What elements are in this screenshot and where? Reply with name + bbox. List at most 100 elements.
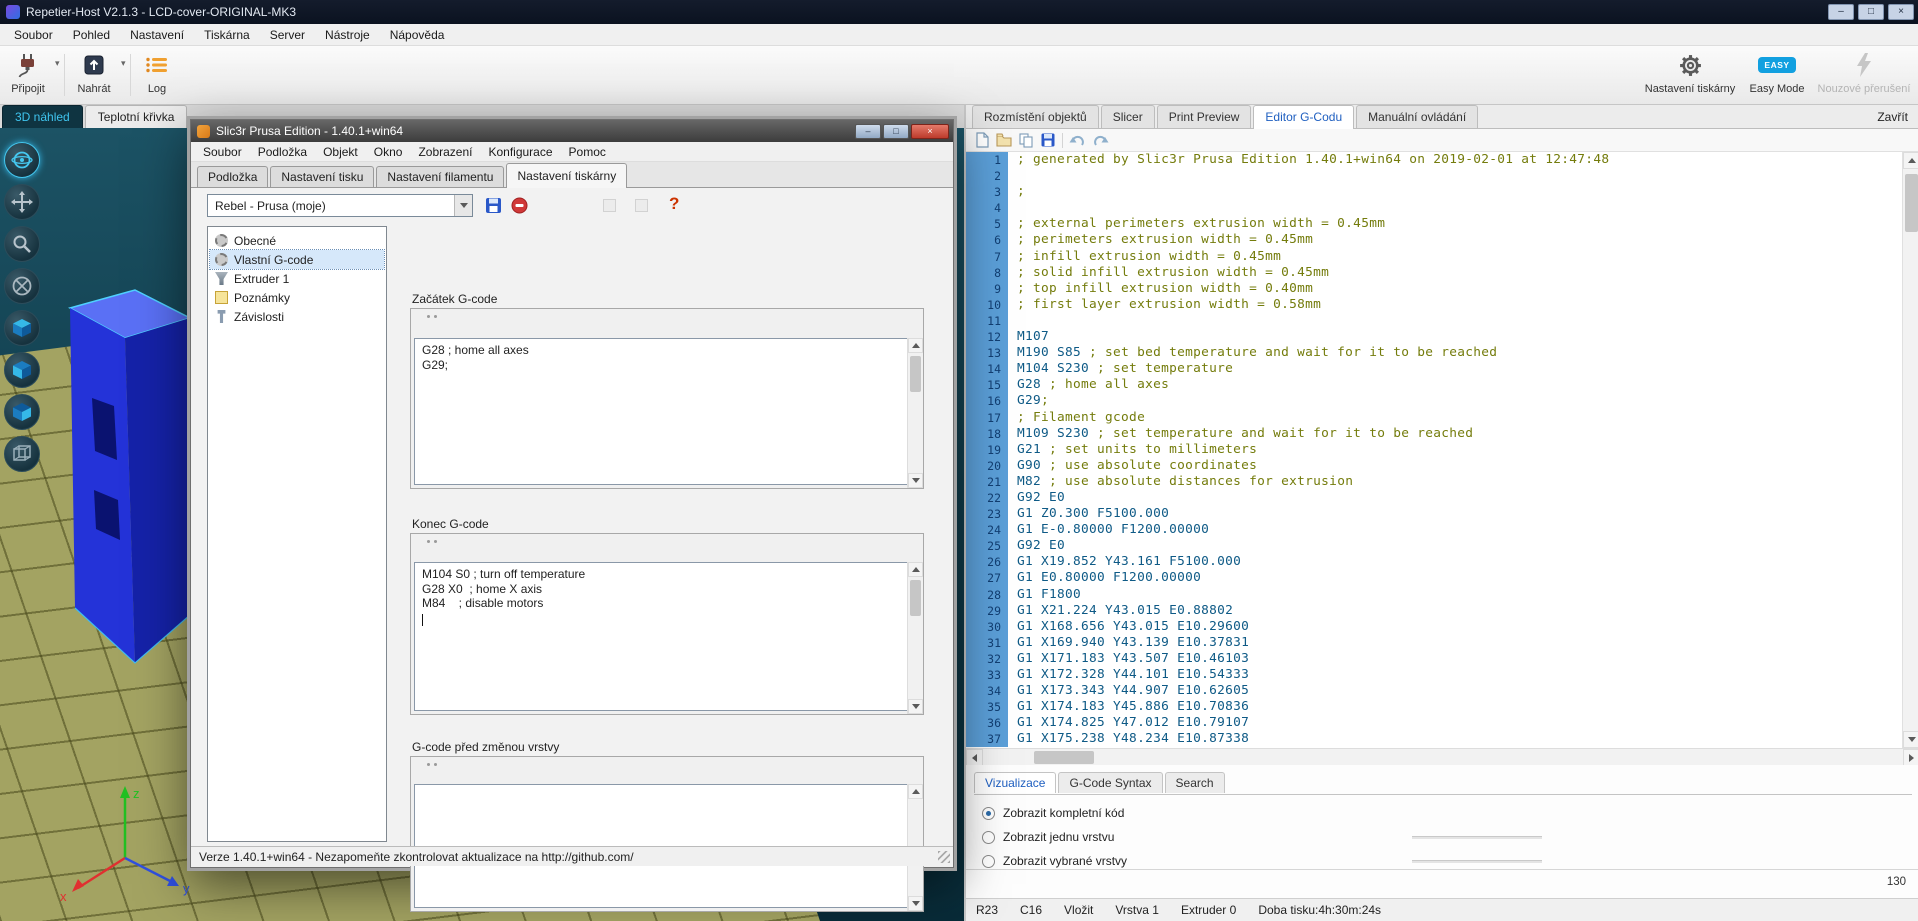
- gcode-line[interactable]: 36G1 X174.825 Y47.012 E10.79107: [966, 715, 1901, 731]
- tree-item-extruder-1[interactable]: Extruder 1: [210, 269, 384, 288]
- front-view-cube-button[interactable]: [4, 352, 40, 388]
- hscroll-thumb[interactable]: [1034, 751, 1094, 764]
- undo-icon[interactable]: [1069, 132, 1086, 148]
- section-view-button[interactable]: [4, 268, 40, 304]
- emergency-stop-button[interactable]: Nouzové přerušení: [1814, 50, 1914, 95]
- gcode-line[interactable]: 22G92 E0: [966, 490, 1901, 506]
- connect-dropdown-arrow[interactable]: ▾: [55, 58, 60, 69]
- radio-button[interactable]: [982, 807, 995, 820]
- gcode-line[interactable]: 5; external perimeters extrusion width =…: [966, 216, 1901, 232]
- tree-item-z-vislosti[interactable]: Závislosti: [210, 307, 384, 326]
- gcode-line[interactable]: 37G1 X175.238 Y48.234 E10.87338: [966, 731, 1901, 747]
- splitter-grip[interactable]: [427, 763, 437, 766]
- tab-search[interactable]: Search: [1165, 772, 1225, 793]
- upload-button[interactable]: Nahrát: [68, 50, 120, 95]
- gcode-line[interactable]: 25G92 E0: [966, 538, 1901, 554]
- tree-item-pozn-mky[interactable]: Poznámky: [210, 288, 384, 307]
- combo-dropdown-arrow[interactable]: [454, 195, 472, 216]
- gcode-vertical-scrollbar[interactable]: [1902, 152, 1918, 748]
- textarea-scrollbar[interactable]: [907, 562, 923, 714]
- tree-item-vlastn-g-code[interactable]: Vlastní G-code: [210, 250, 384, 269]
- print-object[interactable]: [40, 278, 215, 678]
- gcode-horizontal-scrollbar[interactable]: [966, 748, 1918, 765]
- menu-item-n-stroje[interactable]: Nástroje: [315, 25, 380, 45]
- tab-nastaven-tisk-rny[interactable]: Nastavení tiskárny: [506, 163, 627, 188]
- close-button[interactable]: ×: [1888, 4, 1914, 20]
- gcode-line[interactable]: 11: [966, 313, 1901, 329]
- menu-item-soubor[interactable]: Soubor: [4, 25, 63, 45]
- gcode-line[interactable]: 34G1 X173.343 Y44.907 E10.62605: [966, 683, 1901, 699]
- printer-settings-button[interactable]: Nastavení tiskárny: [1640, 50, 1740, 95]
- end-gcode-textarea[interactable]: M104 S0 ; turn off temperature G28 X0 ; …: [414, 562, 920, 711]
- splitter-grip[interactable]: [427, 315, 437, 318]
- slicer-titlebar[interactable]: Slic3r Prusa Edition - 1.40.1+win64 – □ …: [191, 120, 953, 142]
- gcode-line[interactable]: 30G1 X168.656 Y43.015 E10.29600: [966, 619, 1901, 635]
- gcode-line[interactable]: 24G1 E-0.80000 F1200.00000: [966, 522, 1901, 538]
- delete-preset-icon[interactable]: [511, 197, 528, 214]
- slicer-close-button[interactable]: ×: [911, 124, 949, 139]
- easy-mode-button[interactable]: EASY Easy Mode: [1742, 50, 1812, 95]
- new-file-icon[interactable]: [974, 132, 990, 148]
- save-icon[interactable]: [1040, 132, 1056, 148]
- copy-icon[interactable]: [1018, 132, 1034, 148]
- gcode-line[interactable]: 17; Filament gcode: [966, 410, 1901, 426]
- close-panel-link[interactable]: Zavřít: [1877, 110, 1908, 124]
- gcode-line[interactable]: 27G1 E0.80000 F1200.00000: [966, 570, 1901, 586]
- gcode-line[interactable]: 2: [966, 168, 1901, 184]
- resize-grip[interactable]: [938, 851, 950, 863]
- slicer-minimize-button[interactable]: –: [855, 124, 881, 139]
- menu-item-zobrazen[interactable]: Zobrazení: [410, 143, 480, 161]
- tab-slicer[interactable]: Slicer: [1101, 105, 1155, 128]
- gcode-line[interactable]: 19G21 ; set units to millimeters: [966, 442, 1901, 458]
- gcode-line[interactable]: 26G1 X19.852 Y43.161 F5100.000: [966, 554, 1901, 570]
- zoom-button[interactable]: [4, 226, 40, 262]
- maximize-button[interactable]: □: [1858, 4, 1884, 20]
- menu-item-objekt[interactable]: Objekt: [315, 143, 366, 161]
- rotate-view-button[interactable]: [4, 142, 40, 178]
- layer-slider[interactable]: [1412, 836, 1542, 839]
- minimize-button[interactable]: –: [1828, 4, 1854, 20]
- tab-teplotn-k-ivka[interactable]: Teplotní křivka: [85, 105, 188, 128]
- tab-3d-n-hled[interactable]: 3D náhled: [2, 105, 83, 128]
- menu-item-n-pov-da[interactable]: Nápověda: [380, 25, 455, 45]
- menu-item-server[interactable]: Server: [260, 25, 315, 45]
- tab-nastaven-tisku[interactable]: Nastavení tisku: [270, 166, 374, 187]
- gcode-line[interactable]: 28G1 F1800: [966, 587, 1901, 603]
- gcode-line[interactable]: 15G28 ; home all axes: [966, 377, 1901, 393]
- gcode-line[interactable]: 21M82 ; use absolute distances for extru…: [966, 474, 1901, 490]
- gcode-line[interactable]: 32G1 X171.183 Y43.507 E10.46103: [966, 651, 1901, 667]
- gcode-line[interactable]: 33G1 X172.328 Y44.101 E10.54333: [966, 667, 1901, 683]
- menu-item-pohled[interactable]: Pohled: [63, 25, 120, 45]
- gcode-line[interactable]: 31G1 X169.940 Y43.139 E10.37831: [966, 635, 1901, 651]
- menu-item-soubor[interactable]: Soubor: [195, 143, 250, 161]
- scroll-left-button[interactable]: [966, 749, 983, 766]
- gcode-line[interactable]: 35G1 X174.183 Y45.886 E10.70836: [966, 699, 1901, 715]
- redo-icon[interactable]: [1092, 132, 1109, 148]
- gcode-line[interactable]: 29G1 X21.224 Y43.015 E0.88802: [966, 603, 1901, 619]
- tab-vizualizace[interactable]: Vizualizace: [974, 772, 1056, 793]
- gcode-line[interactable]: 7; infill extrusion width = 0.45mm: [966, 249, 1901, 265]
- menu-item-tisk-rna[interactable]: Tiskárna: [194, 25, 260, 45]
- menu-item-konfigurace[interactable]: Konfigurace: [480, 143, 560, 161]
- menu-item-okno[interactable]: Okno: [366, 143, 411, 161]
- layer-slider[interactable]: [1412, 860, 1542, 863]
- save-preset-icon[interactable]: [485, 197, 502, 214]
- radio-option-zobrazit-kompletn-k-d[interactable]: Zobrazit kompletní kód: [982, 801, 1602, 825]
- gcode-line[interactable]: 18M109 S230 ; set temperature and wait f…: [966, 426, 1901, 442]
- tab-print-preview[interactable]: Print Preview: [1157, 105, 1252, 128]
- gcode-line[interactable]: 13M190 S85 ; set bed temperature and wai…: [966, 345, 1901, 361]
- log-button[interactable]: Log: [134, 50, 180, 95]
- radio-option-zobrazit-jednu-vrstvu[interactable]: Zobrazit jednu vrstvu: [982, 825, 1602, 849]
- gcode-line[interactable]: 9; top infill extrusion width = 0.40mm: [966, 281, 1901, 297]
- tab-manu-ln-ovl-d-n[interactable]: Manuální ovládání: [1356, 105, 1478, 128]
- gcode-editor-lines[interactable]: 1; generated by Slic3r Prusa Edition 1.4…: [966, 152, 1901, 748]
- radio-button[interactable]: [982, 855, 995, 868]
- scroll-down-button[interactable]: [1903, 731, 1918, 748]
- tab-editor-g-codu[interactable]: Editor G-Codu: [1253, 105, 1354, 129]
- gcode-line[interactable]: 8; solid infill extrusion width = 0.45mm: [966, 265, 1901, 281]
- scroll-right-button[interactable]: [1903, 749, 1918, 766]
- gcode-line[interactable]: 3;: [966, 184, 1901, 200]
- gcode-line[interactable]: 10; first layer extrusion width = 0.58mm: [966, 297, 1901, 313]
- connect-button[interactable]: Připojit: [2, 50, 54, 95]
- tab-g-code-syntax[interactable]: G-Code Syntax: [1058, 772, 1162, 793]
